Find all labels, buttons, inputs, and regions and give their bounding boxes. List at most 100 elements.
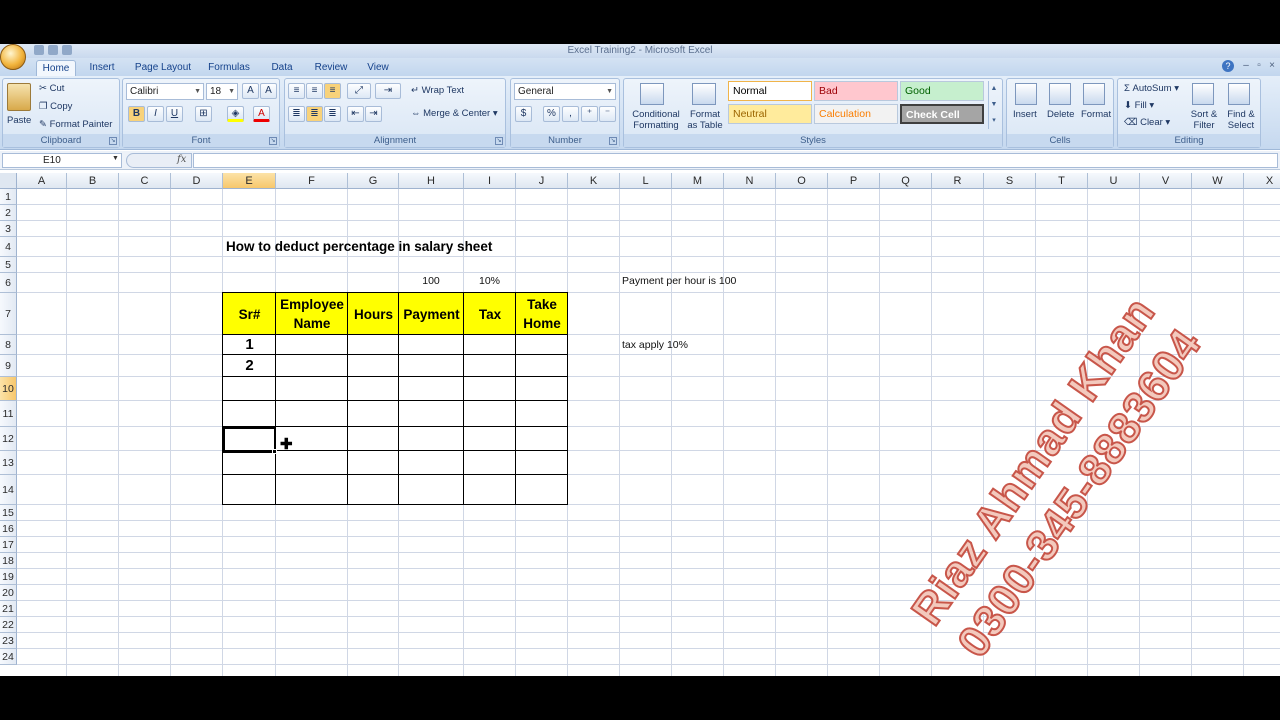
row-header-17[interactable]: 17 <box>0 537 17 553</box>
row-header-11[interactable]: 11 <box>0 401 17 427</box>
row-header-20[interactable]: 20 <box>0 585 17 601</box>
format-painter-button[interactable]: ✎ Format Painter <box>39 119 112 130</box>
indent-icon[interactable]: ⇥ <box>375 83 401 99</box>
column-header-s[interactable]: S <box>984 173 1036 189</box>
tab-data[interactable]: Data <box>266 60 298 76</box>
sr-cell[interactable]: 2 <box>223 355 276 377</box>
row-header-2[interactable]: 2 <box>0 205 17 221</box>
delete-cells-button[interactable]: Delete <box>1047 109 1074 120</box>
row-header-8[interactable]: 8 <box>0 335 17 355</box>
sr-cell[interactable]: 1 <box>223 335 276 355</box>
column-header-q[interactable]: Q <box>880 173 932 189</box>
row-header-14[interactable]: 14 <box>0 475 17 505</box>
fill-handle[interactable] <box>272 449 277 454</box>
column-header-p[interactable]: P <box>828 173 880 189</box>
payment-note-cell[interactable]: Payment per hour is 100 <box>622 275 736 287</box>
bold-button[interactable]: B <box>128 106 145 122</box>
table-header-payment[interactable]: Payment <box>399 293 464 335</box>
borders-icon[interactable]: ⊞ <box>195 106 212 122</box>
row-header-18[interactable]: 18 <box>0 553 17 569</box>
row-header-7[interactable]: 7 <box>0 293 17 335</box>
clipboard-launcher-icon[interactable]: ↘ <box>109 137 117 145</box>
row-header-13[interactable]: 13 <box>0 451 17 475</box>
column-header-g[interactable]: G <box>348 173 399 189</box>
select-all-button[interactable] <box>0 173 17 189</box>
row-header-3[interactable]: 3 <box>0 221 17 237</box>
column-header-b[interactable]: B <box>67 173 119 189</box>
redo-icon[interactable] <box>62 45 72 55</box>
number-format-combo[interactable]: General ▼ <box>514 83 616 100</box>
row-header-16[interactable]: 16 <box>0 521 17 537</box>
tax-rate-cell[interactable]: 10% <box>464 275 515 287</box>
sort-filter-button[interactable]: Sort & Filter <box>1186 109 1222 131</box>
increase-decimal-icon[interactable]: ⁺ <box>581 106 598 122</box>
align-right-icon[interactable]: ≣ <box>324 106 341 122</box>
minimize-icon[interactable]: – <box>1240 60 1252 72</box>
binoculars-icon[interactable] <box>1228 83 1250 105</box>
column-header-n[interactable]: N <box>724 173 776 189</box>
tab-view[interactable]: View <box>362 60 394 76</box>
cell-style-calculation[interactable]: Calculation <box>814 104 898 124</box>
font-launcher-icon[interactable]: ↘ <box>269 137 277 145</box>
delete-cells-icon[interactable] <box>1049 83 1071 105</box>
column-header-m[interactable]: M <box>672 173 724 189</box>
row-header-15[interactable]: 15 <box>0 505 17 521</box>
column-header-d[interactable]: D <box>171 173 223 189</box>
row-header-22[interactable]: 22 <box>0 617 17 633</box>
row-header-24[interactable]: 24 <box>0 649 17 665</box>
percent-button[interactable]: % <box>543 106 560 122</box>
copy-button[interactable]: ❐ Copy <box>39 101 72 112</box>
undo-icon[interactable] <box>48 45 58 55</box>
comma-button[interactable]: , <box>562 106 579 122</box>
tab-formulas[interactable]: Formulas <box>204 60 254 76</box>
italic-button[interactable]: I <box>147 106 164 122</box>
autosum-button[interactable]: Σ AutoSum ▾ <box>1124 83 1179 94</box>
cell-style-normal[interactable]: Normal <box>728 81 812 101</box>
cell-style-good[interactable]: Good <box>900 81 984 101</box>
align-middle-icon[interactable]: ≡ <box>306 83 323 99</box>
align-bottom-icon[interactable]: ≡ <box>324 83 341 99</box>
decrease-indent-icon[interactable]: ⇤ <box>347 106 364 122</box>
chevron-down-icon[interactable]: ▼ <box>112 155 119 162</box>
column-header-o[interactable]: O <box>776 173 828 189</box>
save-icon[interactable] <box>34 45 44 55</box>
column-header-r[interactable]: R <box>932 173 984 189</box>
row-header-10[interactable]: 10 <box>0 377 17 401</box>
row-header-5[interactable]: 5 <box>0 257 17 273</box>
column-header-x[interactable]: X <box>1244 173 1280 189</box>
column-header-c[interactable]: C <box>119 173 171 189</box>
tax-note-cell[interactable]: tax apply 10% <box>622 339 688 351</box>
number-launcher-icon[interactable]: ↘ <box>609 137 617 145</box>
align-left-icon[interactable]: ≣ <box>288 106 305 122</box>
row-header-21[interactable]: 21 <box>0 601 17 617</box>
close-icon[interactable]: × <box>1266 60 1278 72</box>
align-top-icon[interactable]: ≡ <box>288 83 305 99</box>
orientation-icon[interactable]: ⤢ <box>347 83 371 99</box>
format-cells-button[interactable]: Format <box>1081 109 1111 120</box>
row-header-23[interactable]: 23 <box>0 633 17 649</box>
insert-cells-button[interactable]: Insert <box>1013 109 1037 120</box>
cell-style-check-cell[interactable]: Check Cell <box>900 104 984 124</box>
currency-button[interactable]: $ <box>515 106 532 122</box>
paste-icon[interactable] <box>7 83 31 111</box>
formula-input[interactable] <box>193 153 1278 168</box>
name-box[interactable]: E10 <box>2 153 122 168</box>
align-center-icon[interactable]: ≣ <box>306 106 323 122</box>
paste-button[interactable]: Paste <box>7 115 31 126</box>
selected-cell-outline[interactable] <box>223 427 276 453</box>
payment-rate-cell[interactable]: 100 <box>399 275 463 287</box>
format-as-table-icon[interactable] <box>692 83 716 105</box>
column-header-i[interactable]: I <box>464 173 516 189</box>
underline-button[interactable]: U <box>166 106 183 122</box>
fill-color-icon[interactable]: ◈ <box>227 106 244 122</box>
increase-indent-icon[interactable]: ⇥ <box>365 106 382 122</box>
wrap-text-button[interactable]: ↵ Wrap Text <box>411 85 464 96</box>
font-color-icon[interactable]: A <box>253 106 270 122</box>
decrease-decimal-icon[interactable]: ⁻ <box>599 106 616 122</box>
row-header-1[interactable]: 1 <box>0 189 17 205</box>
format-cells-icon[interactable] <box>1083 83 1105 105</box>
alignment-launcher-icon[interactable]: ↘ <box>495 137 503 145</box>
column-header-k[interactable]: K <box>568 173 620 189</box>
column-header-v[interactable]: V <box>1140 173 1192 189</box>
clear-button[interactable]: ⌫ Clear ▾ <box>1124 117 1170 128</box>
